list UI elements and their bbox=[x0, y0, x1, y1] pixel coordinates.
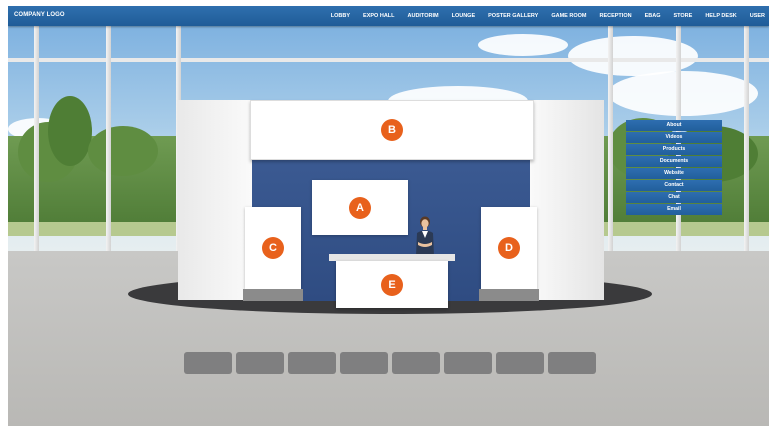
booth-left-wall bbox=[178, 100, 252, 300]
nav-poster-gallery[interactable]: POSTER GALLERY bbox=[488, 13, 538, 19]
main-nav: LOBBY EXPO HALL AUDITORIM LOUNGE POSTER … bbox=[318, 6, 765, 26]
label-badge-d: D bbox=[498, 237, 520, 259]
label-badge-e: E bbox=[381, 274, 403, 296]
bottom-button-5[interactable] bbox=[392, 352, 440, 374]
menu-item-about[interactable]: About bbox=[626, 120, 722, 132]
reception-desk-top bbox=[329, 254, 455, 261]
menu-item-products[interactable]: Products bbox=[626, 143, 722, 156]
menu-item-videos[interactable]: Videos bbox=[626, 131, 722, 144]
nav-lobby[interactable]: LOBBY bbox=[331, 13, 350, 19]
window-mullion bbox=[744, 26, 749, 252]
reception-desk-e[interactable]: E bbox=[336, 261, 448, 308]
nav-lounge[interactable]: LOUNGE bbox=[452, 13, 476, 19]
booth-screen-a[interactable]: A bbox=[312, 180, 408, 235]
menu-item-contact[interactable]: Contact bbox=[626, 179, 722, 192]
nav-expo-hall[interactable]: EXPO HALL bbox=[363, 13, 394, 19]
stand-c-base bbox=[243, 289, 303, 301]
bottom-button-8[interactable] bbox=[548, 352, 596, 374]
nav-help-desk[interactable]: HELP DESK bbox=[705, 13, 736, 19]
nav-store[interactable]: STORE bbox=[673, 13, 692, 19]
company-logo[interactable]: COMPANY LOGO bbox=[14, 12, 65, 18]
menu-item-chat[interactable]: Chat bbox=[626, 191, 722, 204]
booth-banner-b[interactable]: B bbox=[250, 100, 534, 160]
nav-user[interactable]: USER bbox=[750, 13, 765, 19]
menu-item-documents[interactable]: Documents bbox=[626, 155, 722, 168]
booth-side-menu: About Videos Products Documents Website … bbox=[626, 120, 722, 216]
nav-auditorium[interactable]: AUDITORIM bbox=[408, 13, 439, 19]
bottom-button-3[interactable] bbox=[288, 352, 336, 374]
bottom-button-4[interactable] bbox=[340, 352, 388, 374]
bottom-button-6[interactable] bbox=[444, 352, 492, 374]
window-mullion bbox=[106, 26, 111, 252]
stand-d-base bbox=[479, 289, 539, 301]
booth-attendant-avatar[interactable] bbox=[411, 216, 439, 256]
booth-right-wall bbox=[530, 100, 604, 300]
booth-stand-c[interactable]: C bbox=[245, 207, 301, 289]
bottom-button-row bbox=[184, 352, 600, 374]
virtual-booth-view: COMPANY LOGO LOBBY EXPO HALL AUDITORIM L… bbox=[8, 6, 769, 426]
nav-ebag[interactable]: EBAG bbox=[645, 13, 661, 19]
bottom-button-2[interactable] bbox=[236, 352, 284, 374]
menu-item-website[interactable]: Website bbox=[626, 167, 722, 180]
bottom-button-1[interactable] bbox=[184, 352, 232, 374]
booth-stand-d[interactable]: D bbox=[481, 207, 537, 289]
window-mullion bbox=[608, 26, 613, 252]
menu-item-email[interactable]: Email bbox=[626, 203, 722, 216]
window-mullion bbox=[34, 26, 39, 252]
nav-game-room[interactable]: GAME ROOM bbox=[551, 13, 586, 19]
top-nav-bar: COMPANY LOGO LOBBY EXPO HALL AUDITORIM L… bbox=[8, 6, 769, 26]
window-frame-bar bbox=[8, 58, 769, 62]
label-badge-c: C bbox=[262, 237, 284, 259]
bottom-button-7[interactable] bbox=[496, 352, 544, 374]
label-badge-a: A bbox=[349, 197, 371, 219]
nav-reception[interactable]: RECEPTION bbox=[599, 13, 631, 19]
label-badge-b: B bbox=[381, 119, 403, 141]
